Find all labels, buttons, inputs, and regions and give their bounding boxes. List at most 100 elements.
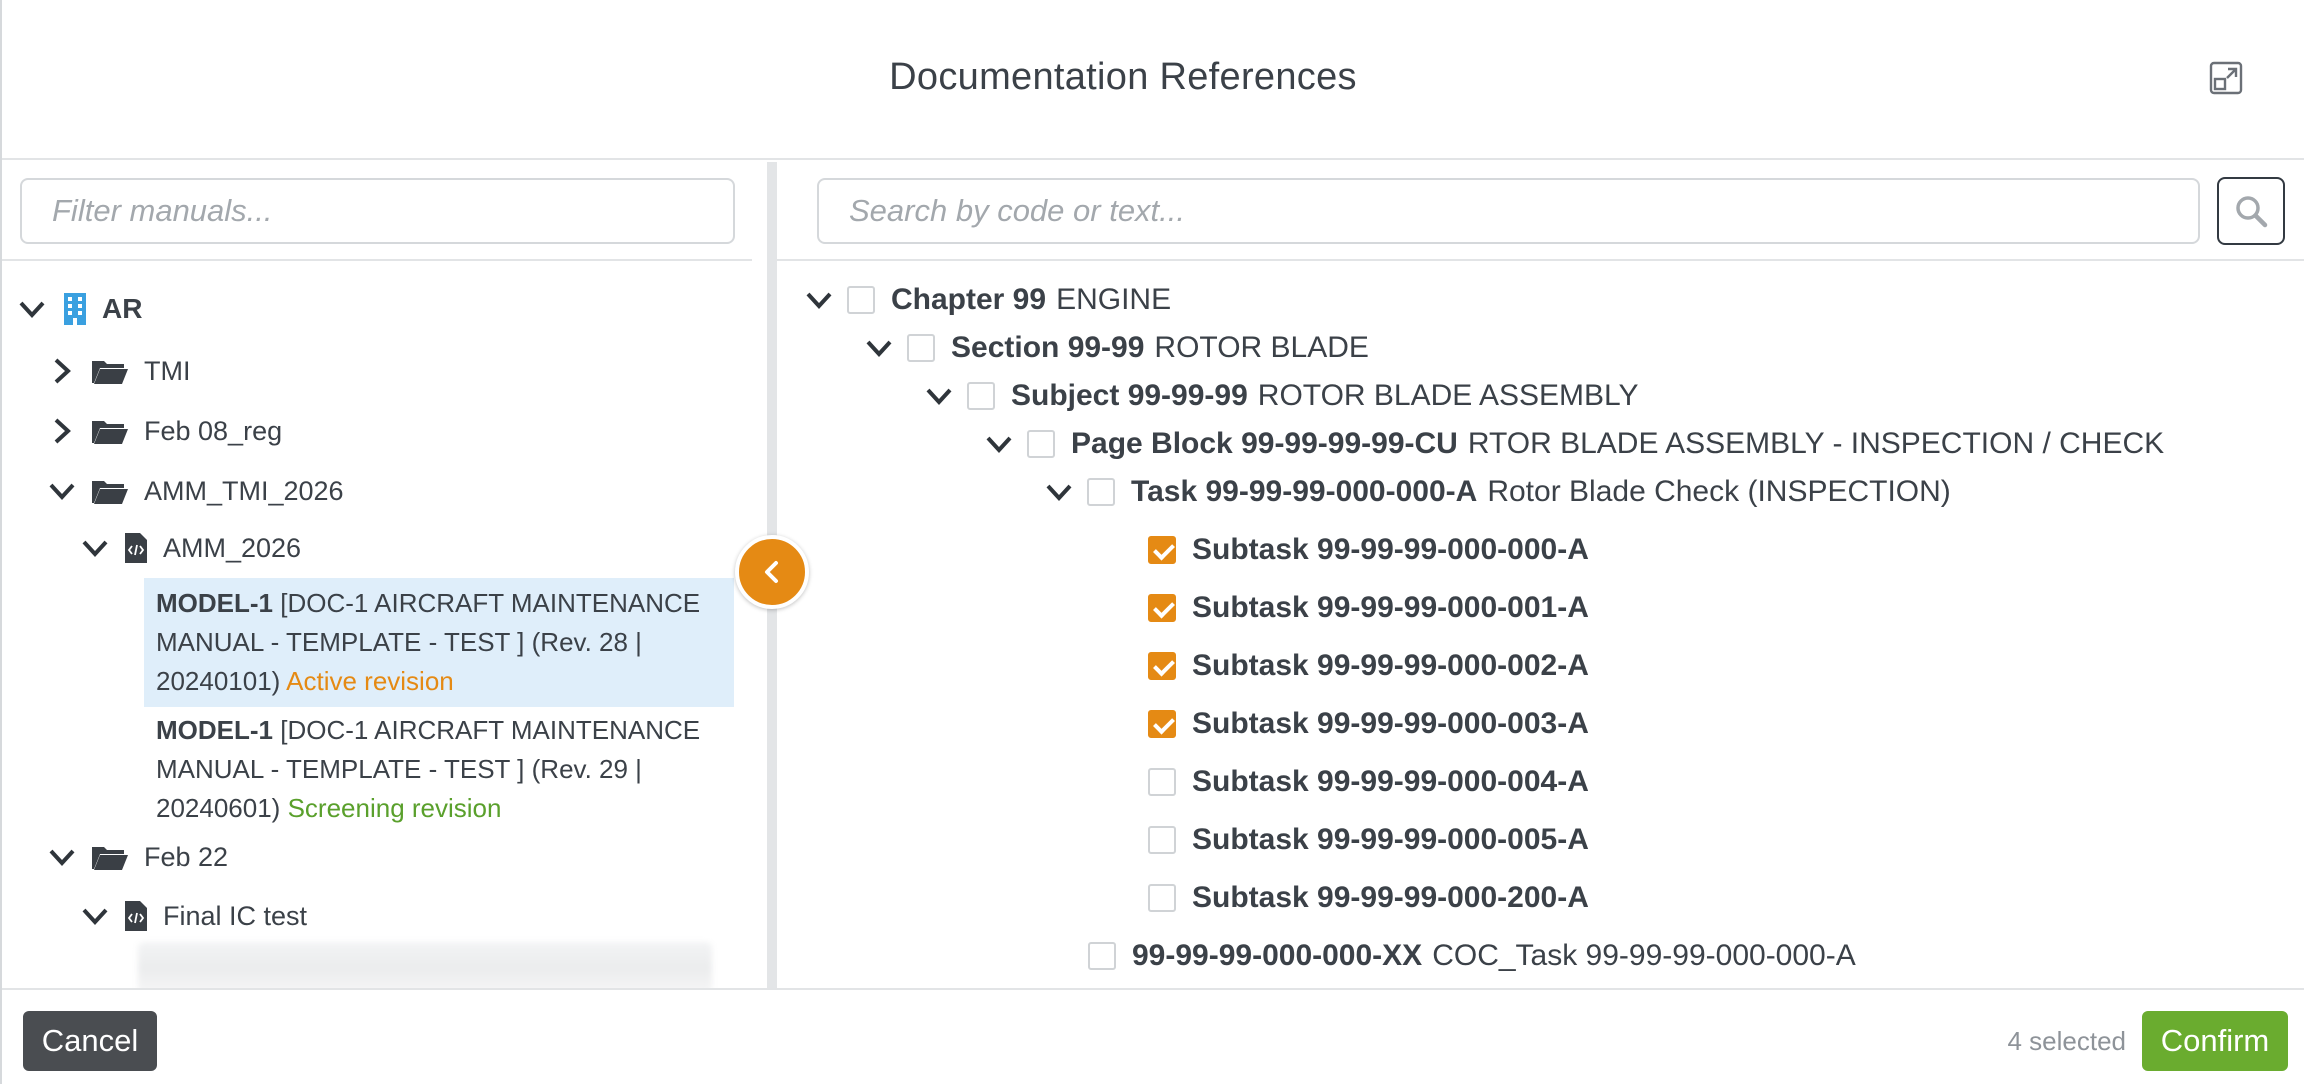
node-code: Task 99-99-99-000-000-A: [1131, 475, 1478, 508]
selected-count: 4 selected: [2007, 1026, 2126, 1056]
chevron-down-icon[interactable]: [79, 900, 111, 932]
search-input[interactable]: [817, 178, 2200, 244]
checkbox[interactable]: [1148, 536, 1176, 564]
tree-label: Final IC test: [163, 900, 308, 931]
search-bar: [777, 162, 2304, 261]
modal-title: Documentation References: [889, 56, 1357, 98]
node-text: ENGINE: [1056, 283, 1172, 316]
tree-node-subtask[interactable]: Subtask 99-99-99-000-200-A: [1148, 878, 1589, 918]
checkbox[interactable]: [1148, 710, 1176, 738]
node-text: ROTOR BLADE: [1154, 331, 1369, 364]
chevron-down-icon[interactable]: [983, 428, 1015, 460]
tree-node-amm-2026[interactable]: AMM_2026: [79, 526, 301, 570]
search-button[interactable]: [2217, 177, 2285, 245]
node-code: Subtask 99-99-99-000-003-A: [1192, 707, 1589, 740]
node-code: Chapter 99: [891, 283, 1047, 316]
tree-node-task[interactable]: Task 99-99-99-000-000-A Rotor Blade Chec…: [1043, 472, 1951, 512]
chevron-down-icon[interactable]: [1043, 476, 1075, 508]
checkbox[interactable]: [1148, 768, 1176, 796]
checkbox[interactable]: [1148, 594, 1176, 622]
tree-node-subject[interactable]: Subject 99-99-99 ROTOR BLADE ASSEMBLY: [923, 376, 1638, 416]
chevron-down-icon[interactable]: [803, 284, 835, 316]
chevron-down-icon[interactable]: [923, 380, 955, 412]
chevron-down-icon[interactable]: [79, 532, 111, 564]
modal-footer: Cancel 4 selected Confirm: [2, 988, 2304, 1084]
code-file-icon: [123, 532, 149, 564]
checkbox[interactable]: [967, 382, 995, 410]
folder-open-icon: [90, 841, 130, 873]
filter-manuals-input[interactable]: [20, 178, 735, 244]
node-code: Page Block 99-99-99-99-CU: [1071, 427, 1458, 460]
tree-label: TMI: [144, 355, 191, 386]
node-text: RTOR BLADE ASSEMBLY - INSPECTION / CHECK: [1467, 427, 2165, 460]
tree-label: Feb 08_reg: [144, 415, 283, 446]
node-text: COC_Task 99-99-99-000-000-A: [1432, 939, 1856, 972]
tree-label: Feb 22: [144, 841, 229, 872]
checkbox[interactable]: [1087, 478, 1115, 506]
confirm-button[interactable]: Confirm: [2142, 1011, 2288, 1071]
chevron-down-icon[interactable]: [46, 841, 78, 873]
manuals-panel: AR TMI Feb 08_reg AMM_TMI_2026 AMM_2026: [2, 162, 767, 988]
checkbox[interactable]: [1088, 942, 1116, 970]
node-code: Subtask 99-99-99-000-001-A: [1192, 591, 1589, 624]
tree-label: AMM_TMI_2026: [144, 475, 344, 506]
tree-node-subtask[interactable]: Subtask 99-99-99-000-000-A: [1148, 530, 1589, 570]
tree-node-coc-task[interactable]: 99-99-99-000-000-XX COC_Task 99-99-99-00…: [1088, 936, 1856, 976]
node-code: 99-99-99-000-000-XX: [1132, 939, 1423, 972]
node-code: Subtask 99-99-99-000-004-A: [1192, 765, 1589, 798]
node-code: Subtask 99-99-99-000-002-A: [1192, 649, 1589, 682]
filter-bar: [2, 162, 752, 261]
node-code: Subtask 99-99-99-000-005-A: [1192, 823, 1589, 856]
expand-icon[interactable]: [2209, 61, 2243, 95]
code-file-icon: [123, 900, 149, 932]
revision-model: MODEL-1: [156, 588, 273, 618]
tree-node-feb08-reg[interactable]: Feb 08_reg: [46, 409, 282, 453]
cancel-button[interactable]: Cancel: [23, 1011, 157, 1071]
tree-node-chapter[interactable]: Chapter 99 ENGINE: [803, 280, 1171, 320]
checkbox[interactable]: [1027, 430, 1055, 458]
tree-node-subtask[interactable]: Subtask 99-99-99-000-005-A: [1148, 820, 1589, 860]
checkbox[interactable]: [847, 286, 875, 314]
revision-item-29[interactable]: MODEL-1 [DOC-1 AIRCRAFT MAINTENANCE MANU…: [144, 705, 734, 834]
node-code: Subtask 99-99-99-000-200-A: [1192, 881, 1589, 914]
tree-node-subtask[interactable]: Subtask 99-99-99-000-002-A: [1148, 646, 1589, 686]
tree-label: AMM_2026: [163, 532, 302, 563]
chevron-right-icon[interactable]: [46, 415, 78, 447]
search-icon: [2236, 196, 2268, 228]
chevron-down-icon[interactable]: [863, 332, 895, 364]
tree-node-feb-22[interactable]: Feb 22: [46, 835, 228, 879]
tree-node-subtask[interactable]: Subtask 99-99-99-000-004-A: [1148, 762, 1589, 802]
tree-node-ar[interactable]: AR: [16, 287, 142, 331]
documentation-references-modal: Documentation References AR: [0, 0, 2304, 1084]
folder-open-icon: [90, 355, 130, 387]
checkbox[interactable]: [1148, 652, 1176, 680]
tree-node-amm-tmi-2026[interactable]: AMM_TMI_2026: [46, 469, 344, 513]
node-code: Subtask 99-99-99-000-000-A: [1192, 533, 1589, 566]
chevron-down-icon[interactable]: [46, 475, 78, 507]
checkbox[interactable]: [1148, 884, 1176, 912]
node-code: Subject 99-99-99: [1011, 379, 1248, 412]
node-text: ROTOR BLADE ASSEMBLY: [1257, 379, 1639, 412]
tree-node-page-block[interactable]: Page Block 99-99-99-99-CU RTOR BLADE ASS…: [983, 424, 2164, 464]
folder-open-icon: [90, 415, 130, 447]
checkbox[interactable]: [907, 334, 935, 362]
tree-node-subtask[interactable]: Subtask 99-99-99-000-003-A: [1148, 704, 1589, 744]
modal-header: Documentation References: [2, 0, 2304, 160]
revision-item-28[interactable]: MODEL-1 [DOC-1 AIRCRAFT MAINTENANCE MANU…: [144, 578, 734, 707]
revision-model: MODEL-1: [156, 715, 273, 745]
blurred-revision-item: [138, 942, 712, 988]
revision-status-badge: Active revision: [286, 666, 454, 696]
tree-node-section[interactable]: Section 99-99 ROTOR BLADE: [863, 328, 1369, 368]
revision-status-badge: Screening revision: [287, 793, 502, 823]
tree-node-tmi[interactable]: TMI: [46, 349, 191, 393]
folder-open-icon: [90, 475, 130, 507]
tree-node-final-ic-test[interactable]: Final IC test: [79, 894, 307, 938]
node-text: Rotor Blade Check (INSPECTION): [1487, 475, 1951, 508]
tree-node-subtask[interactable]: Subtask 99-99-99-000-001-A: [1148, 588, 1589, 628]
checkbox[interactable]: [1148, 826, 1176, 854]
chevron-down-icon[interactable]: [16, 293, 48, 325]
references-panel: Chapter 99 ENGINE Section 99-99 ROTOR BL…: [777, 162, 2304, 988]
building-icon: [60, 292, 90, 326]
chevron-right-icon[interactable]: [46, 355, 78, 387]
tree-label: AR: [102, 293, 143, 324]
